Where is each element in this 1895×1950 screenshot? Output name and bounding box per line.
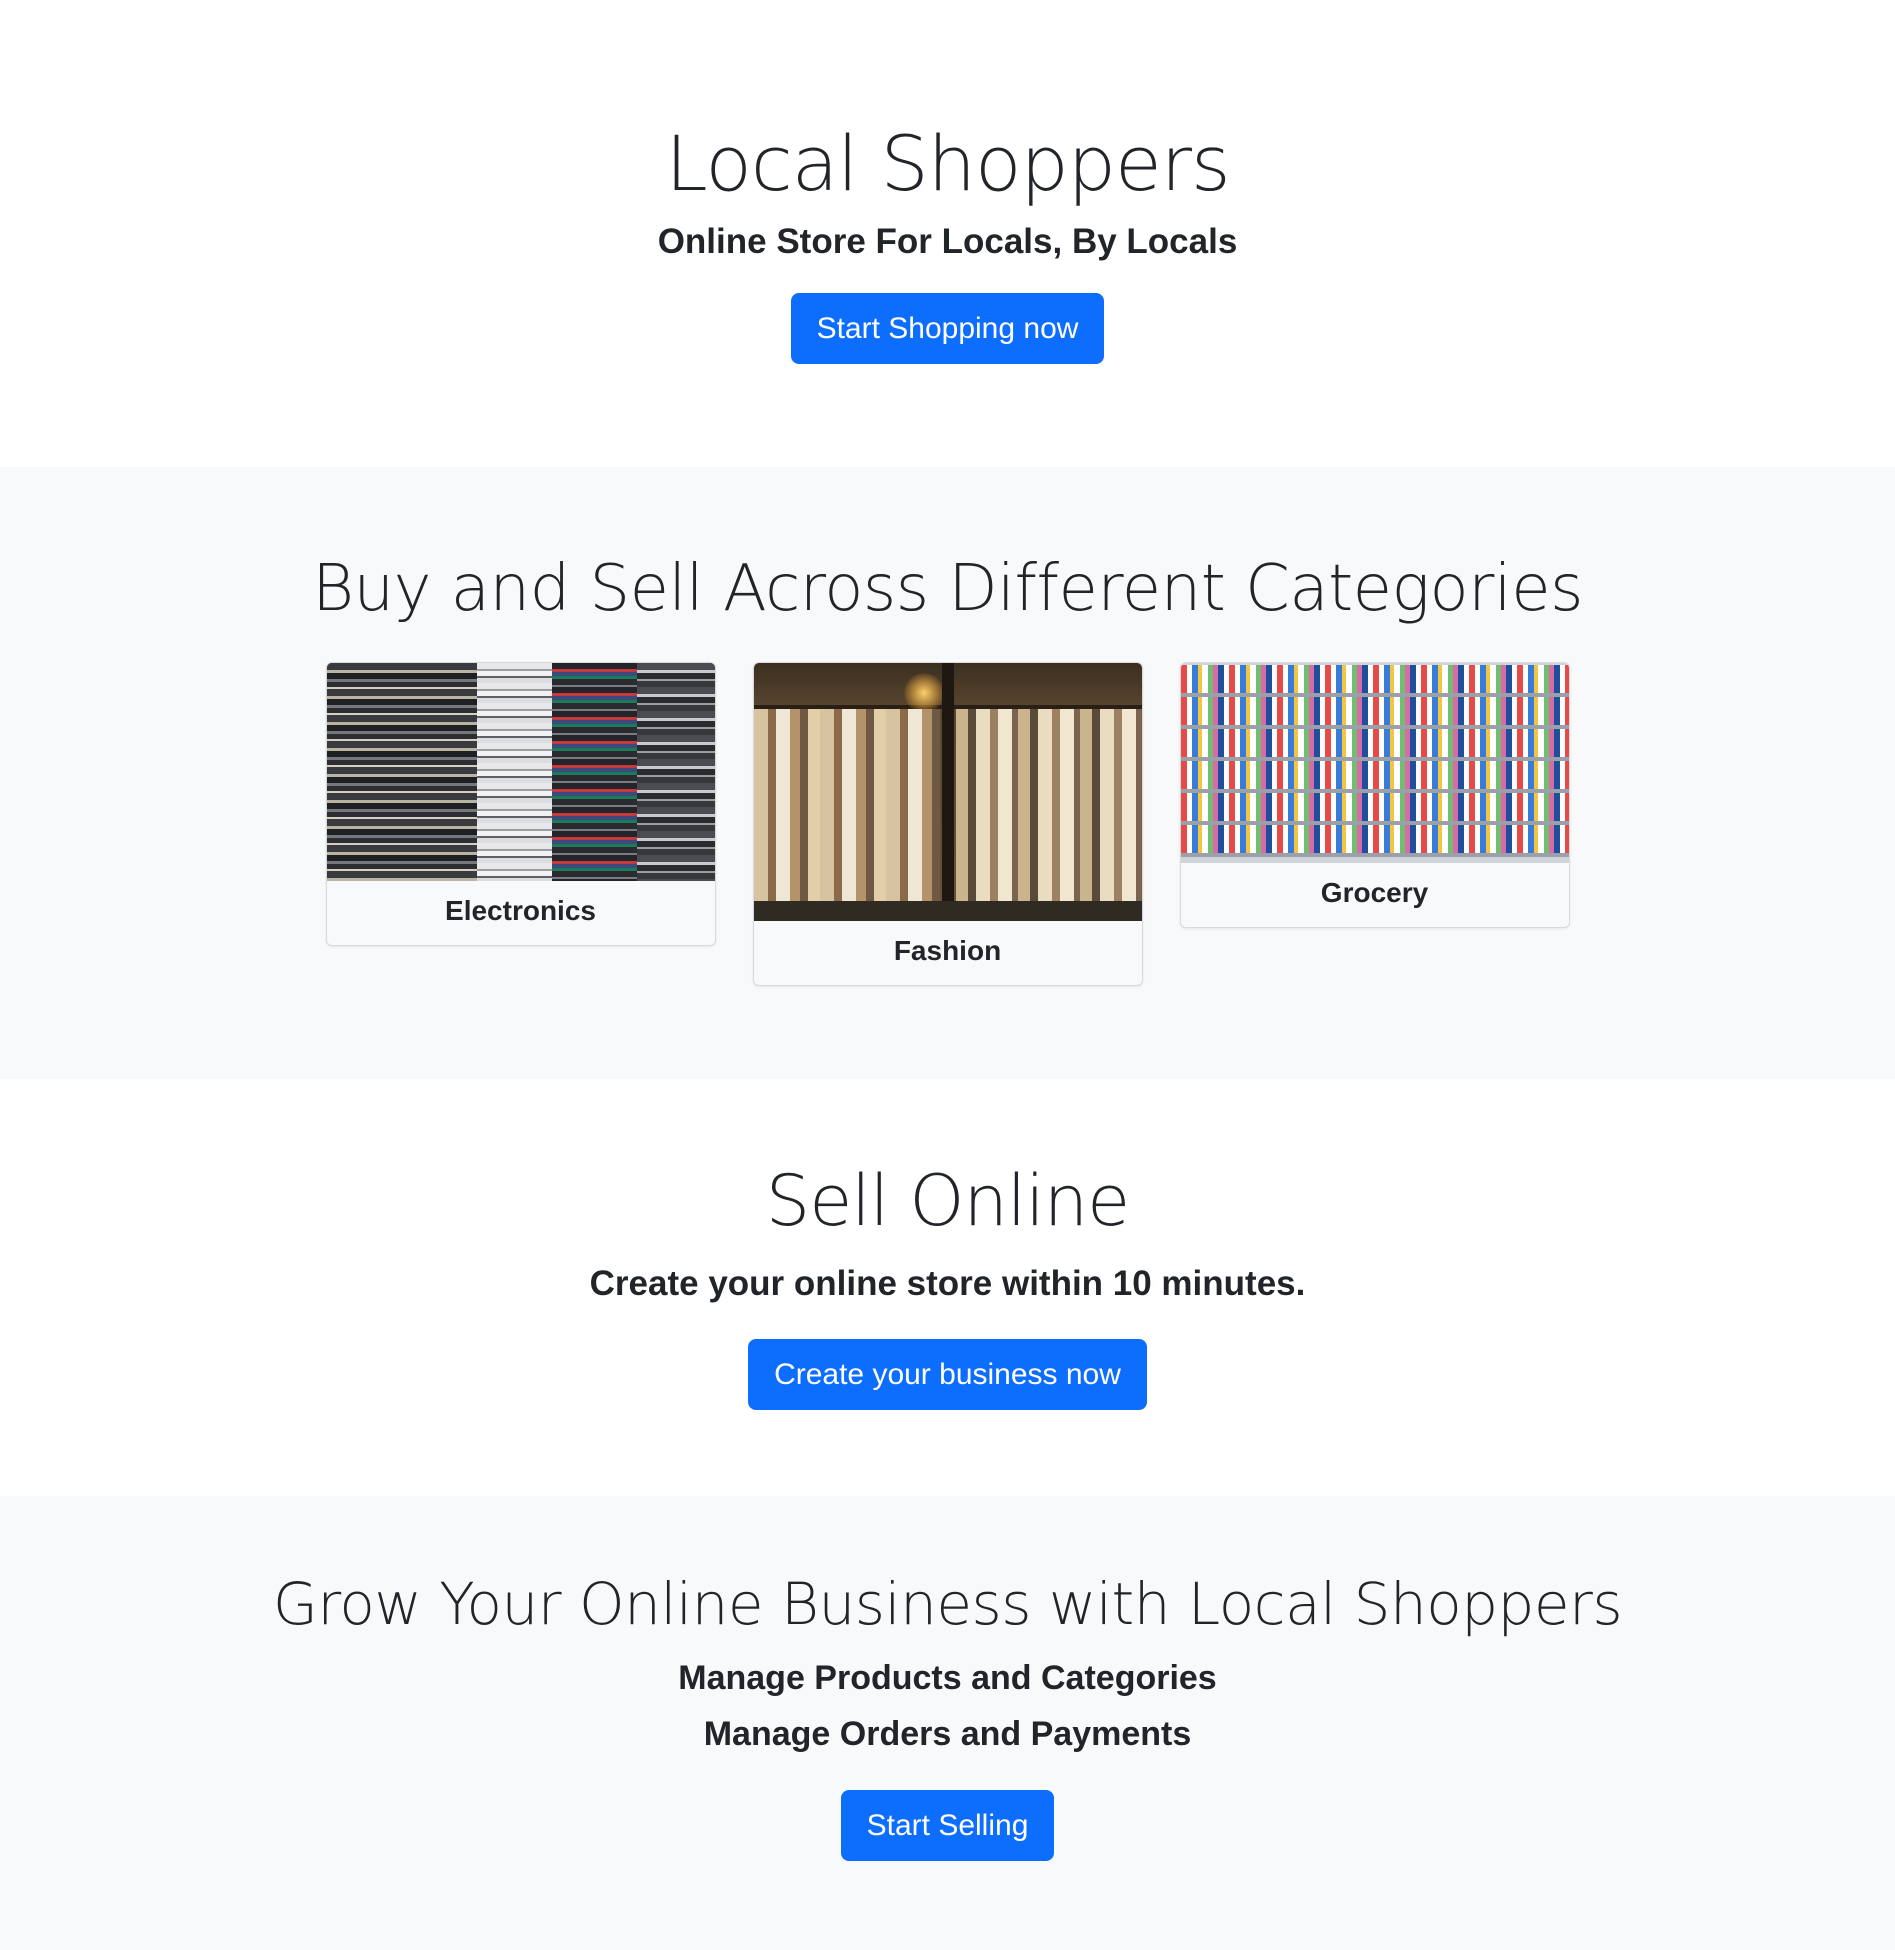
grocery-image <box>1180 662 1569 863</box>
hero-subtitle: Online Store For Locals, By Locals <box>657 222 1238 262</box>
category-label-grocery: Grocery <box>1320 876 1429 908</box>
category-card-fashion[interactable]: Fashion <box>752 661 1143 986</box>
category-cards: Electronics Fashion Grocery <box>0 661 1895 986</box>
category-card-electronics[interactable]: Electronics <box>325 661 716 946</box>
feature-line-orders: Manage Orders and Payments <box>703 1714 1192 1753</box>
grow-business-section: Grow Your Online Business with Local Sho… <box>0 1496 1895 1950</box>
categories-title: Buy and Sell Across Different Categories <box>312 552 1583 626</box>
fashion-image <box>753 662 1142 921</box>
hero-title: Local Shoppers <box>665 119 1230 208</box>
category-label-electronics: Electronics <box>445 894 596 926</box>
create-business-button[interactable]: Create your business now <box>748 1339 1147 1411</box>
category-card-grocery[interactable]: Grocery <box>1179 661 1570 928</box>
sell-online-title: Sell Online <box>765 1160 1130 1242</box>
category-label-fashion: Fashion <box>893 934 1002 966</box>
start-selling-button[interactable]: Start Selling <box>840 1789 1055 1861</box>
sell-online-subtitle: Create your online store within 10 minut… <box>589 1264 1306 1303</box>
grow-business-title: Grow Your Online Business with Local Sho… <box>272 1570 1623 1638</box>
electronics-image <box>326 662 715 881</box>
categories-section: Buy and Sell Across Different Categories… <box>0 467 1895 1079</box>
start-shopping-button[interactable]: Start Shopping now <box>790 293 1105 365</box>
sell-online-section: Sell Online Create your online store wit… <box>0 1079 1895 1496</box>
feature-line-products: Manage Products and Categories <box>678 1658 1217 1697</box>
hero-section: Local Shoppers Online Store For Locals, … <box>0 0 1895 467</box>
